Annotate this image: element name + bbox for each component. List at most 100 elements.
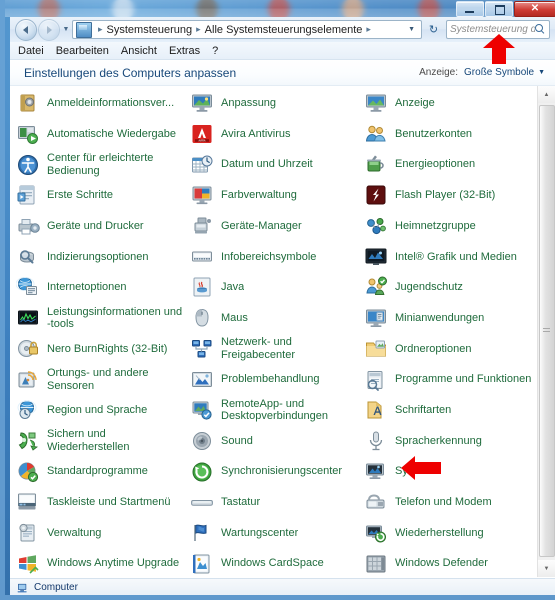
control-panel-item-speech-recognition[interactable]: Spracherkennung: [364, 426, 538, 457]
control-panel-item-homegroup[interactable]: Heimnetzgruppe: [364, 211, 538, 242]
control-panel-item-power-options[interactable]: Energieoptionen: [364, 149, 538, 180]
control-panel-item-taskbar-startmenu[interactable]: Taskleiste und Startmenü: [16, 487, 190, 518]
control-panel-item-troubleshooting[interactable]: Problembehandlung: [190, 364, 364, 395]
control-panel-item-mouse[interactable]: Maus: [190, 303, 364, 334]
control-panel-item-flash-player[interactable]: Flash Player (32-Bit): [364, 180, 538, 211]
breadcrumb-separator: ▸: [196, 24, 201, 34]
user-accounts-icon: [364, 122, 388, 146]
default-programs-icon: [16, 460, 40, 484]
control-panel-item-windows-defender[interactable]: Windows Defender: [364, 548, 538, 577]
menu-bearbeiten[interactable]: Bearbeiten: [56, 45, 117, 57]
control-panel-item-sync-center[interactable]: Synchronisierungscenter: [190, 456, 364, 487]
windows-defender-icon: [364, 552, 388, 576]
control-panel-item-region-language[interactable]: Region und Sprache: [16, 395, 190, 426]
control-panel-item-default-programs[interactable]: Standardprogramme: [16, 456, 190, 487]
control-panel-item-avira[interactable]: AVIRA Avira Antivirus: [190, 119, 364, 150]
refresh-button[interactable]: ↻: [424, 20, 443, 39]
control-panel-item-label: Taskleiste und Startmenü: [47, 496, 171, 509]
scrollbar-thumb[interactable]: [539, 105, 555, 557]
control-panel-item-location-sensors[interactable]: Ortungs- und andere Sensoren: [16, 364, 190, 395]
control-panel-item-intel-graphics[interactable]: Intel® Grafik und Medien: [364, 241, 538, 272]
control-panel-icon: [76, 21, 92, 38]
control-panel-item-programs-features[interactable]: Programme und Funktionen: [364, 364, 538, 395]
cardspace-icon: [190, 552, 214, 576]
getting-started-icon: [16, 183, 40, 207]
control-panel-item-color-management[interactable]: Farbverwaltung: [190, 180, 364, 211]
internet-options-icon: [16, 275, 40, 299]
menu-extras[interactable]: Extras: [169, 45, 208, 57]
control-panel-item-keyboard[interactable]: Tastatur: [190, 487, 364, 518]
control-panel-item-sound[interactable]: Sound: [190, 426, 364, 457]
gadgets-icon: [364, 306, 388, 330]
control-panel-item-java[interactable]: Java: [190, 272, 364, 303]
control-panel-item-folder-options[interactable]: Ordneroptionen: [364, 334, 538, 365]
control-panel-item-label: Minianwendungen: [395, 311, 485, 324]
control-panel-item-administrative-tools[interactable]: Verwaltung: [16, 518, 190, 549]
control-panel-item-device-manager[interactable]: Geräte-Manager: [190, 211, 364, 242]
control-panel-item-personalization[interactable]: Anpassung: [190, 88, 364, 119]
control-panel-item-indexing-options[interactable]: Indizierungsoptionen: [16, 241, 190, 272]
menu-help[interactable]: ?: [212, 45, 226, 57]
forward-button[interactable]: [38, 18, 60, 41]
address-input[interactable]: ▸ Systemsteuerung ▸ Alle Systemsteuerung…: [72, 20, 422, 39]
control-panel-item-label: Spracherkennung: [395, 434, 482, 447]
control-panel-item-getting-started[interactable]: Erste Schritte: [16, 180, 190, 211]
control-panel-item-backup-restore[interactable]: Sichern und Wiederherstellen: [16, 426, 190, 457]
view-by-label: Anzeige:: [419, 67, 459, 78]
control-panel-item-anytime-upgrade[interactable]: Windows Anytime Upgrade: [16, 548, 190, 577]
control-panel-item-network-sharing[interactable]: Netzwerk- und Freigabecenter: [190, 334, 364, 365]
control-panel-item-devices-printers[interactable]: Geräte und Drucker: [16, 211, 190, 242]
address-dropdown-chevron-icon[interactable]: ▼: [404, 26, 419, 33]
control-panel-item-label: Ordneroptionen: [395, 342, 472, 355]
control-panel-item-autoplay[interactable]: Automatische Wiedergabe: [16, 119, 190, 150]
control-panel-item-recovery[interactable]: Wiederherstellung: [364, 518, 538, 549]
control-panel-item-date-time[interactable]: Datum und Uhrzeit: [190, 149, 364, 180]
search-input[interactable]: Systemsteuerung durchs...: [446, 20, 550, 39]
control-panel-item-parental-controls[interactable]: Jugendschutz: [364, 272, 538, 303]
control-panel-item-label: Programme und Funktionen: [395, 373, 532, 386]
back-button[interactable]: [15, 18, 37, 41]
anytime-upgrade-icon: [16, 552, 40, 576]
recent-locations-chevron-icon[interactable]: ▼: [60, 26, 72, 33]
action-center-icon: [190, 521, 214, 545]
scroll-up-arrow-icon[interactable]: ▲: [538, 86, 555, 103]
control-panel-item-remoteapp[interactable]: RemoteApp- und Desktopverbindungen: [190, 395, 364, 426]
scroll-down-arrow-icon[interactable]: ▼: [538, 560, 555, 577]
system-icon: [364, 460, 388, 484]
sync-center-icon: [190, 460, 214, 484]
control-panel-item-label: Intel® Grafik und Medien: [395, 250, 517, 263]
control-panel-item-performance-info[interactable]: Leistungsinformationen und -tools: [16, 303, 190, 334]
control-panel-item-phone-modem[interactable]: Telefon und Modem: [364, 487, 538, 518]
menu-datei[interactable]: Datei: [18, 45, 52, 57]
control-panel-item-system[interactable]: System: [364, 456, 538, 487]
vertical-scrollbar[interactable]: ▲ ▼: [537, 86, 555, 577]
minimize-button[interactable]: [456, 1, 484, 17]
control-panel-item-user-accounts[interactable]: Benutzerkonten: [364, 119, 538, 150]
icon-grid-wrapper: Anmeldeinformationsver... Anpassung Anzeig…: [10, 86, 555, 577]
control-panel-item-gadgets[interactable]: Minianwendungen: [364, 303, 538, 334]
control-panel-item-label: Flash Player (32-Bit): [395, 189, 496, 202]
control-panel-item-notification-area[interactable]: Infobereichsymbole: [190, 241, 364, 272]
menu-ansicht[interactable]: Ansicht: [121, 45, 165, 57]
control-panel-item-label: Leistungsinformationen und -tools: [47, 305, 183, 331]
control-panel-item-internet-options[interactable]: Internetoptionen: [16, 272, 190, 303]
maximize-button[interactable]: [485, 1, 513, 17]
control-panel-item-label: Schriftarten: [395, 403, 452, 416]
control-panel-item-credential-manager[interactable]: Anmeldeinformationsver...: [16, 88, 190, 119]
control-panel-item-nero-burnrights[interactable]: Nero BurnRights (32-Bit): [16, 334, 190, 365]
breadcrumb-systemsteuerung[interactable]: Systemsteuerung: [106, 24, 194, 36]
window-titlebar[interactable]: ✕: [5, 0, 555, 17]
chevron-down-icon[interactable]: ▼: [538, 69, 545, 76]
view-by-value[interactable]: Große Symbole: [464, 67, 534, 78]
control-panel-item-cardspace[interactable]: Windows CardSpace: [190, 548, 364, 577]
control-panel-item-display[interactable]: Anzeige: [364, 88, 538, 119]
control-panel-item-action-center[interactable]: Wartungscenter: [190, 518, 364, 549]
close-button[interactable]: ✕: [514, 1, 555, 17]
mouse-icon: [190, 306, 214, 330]
breadcrumb-alle-elemente[interactable]: Alle Systemsteuerungselemente: [204, 24, 364, 36]
control-panel-item-ease-of-access[interactable]: Center für erleichterte Bedienung: [16, 149, 190, 180]
breadcrumb-separator[interactable]: ▸: [363, 24, 374, 35]
control-panel-item-label: Energieoptionen: [395, 158, 476, 171]
control-panel-item-fonts[interactable]: Schriftarten: [364, 395, 538, 426]
control-panel-item-label: Sichern und Wiederherstellen: [47, 428, 130, 453]
